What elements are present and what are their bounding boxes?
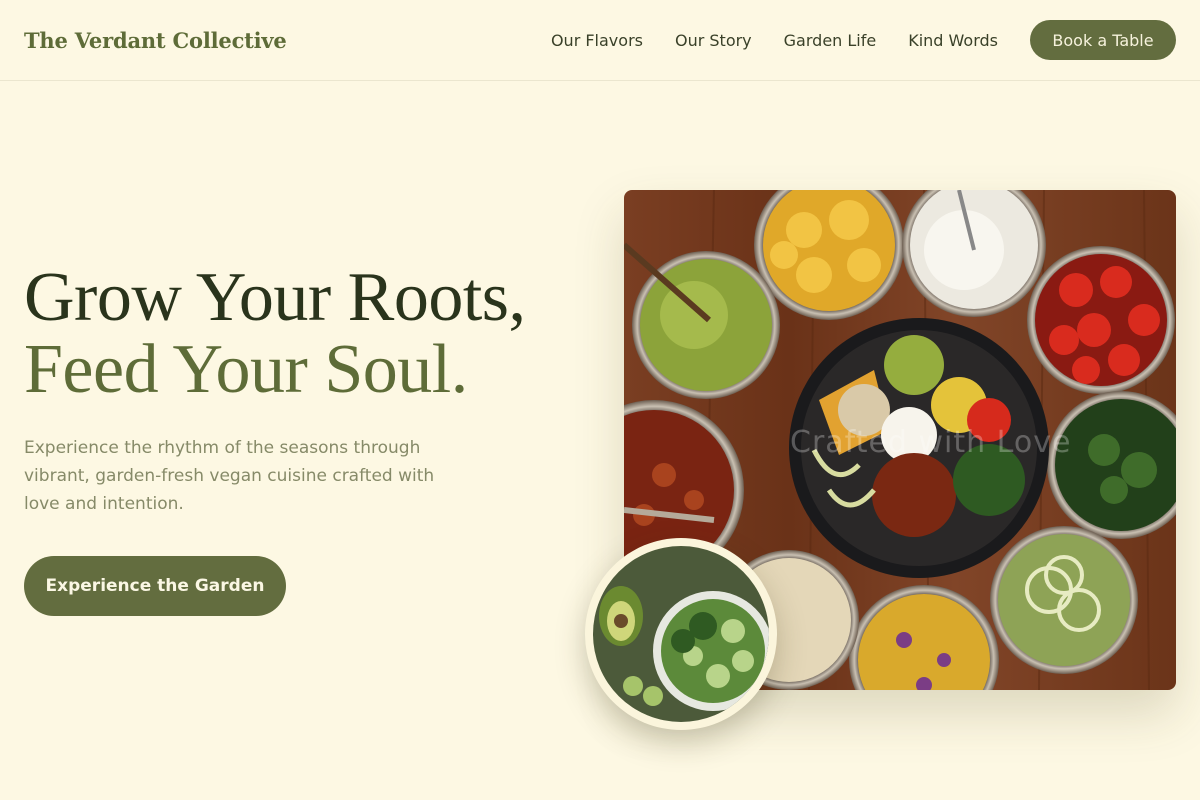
site-header: The Verdant Collective Our Flavors Our S… <box>0 0 1200 81</box>
main-nav: Our Flavors Our Story Garden Life Kind W… <box>551 20 1176 60</box>
hero-subtitle: Experience the rhythm of the seasons thr… <box>24 438 435 514</box>
nav-link-garden-life[interactable]: Garden Life <box>784 31 877 50</box>
site-logo[interactable]: The Verdant Collective <box>24 28 287 53</box>
salad-illustration <box>593 546 769 722</box>
experience-garden-button[interactable]: Experience the Garden <box>24 556 286 616</box>
nav-link-our-story[interactable]: Our Story <box>675 31 752 50</box>
nav-link-kind-words[interactable]: Kind Words <box>908 31 998 50</box>
headline-line-1: Grow Your Roots, <box>24 259 526 336</box>
nav-link-our-flavors[interactable]: Our Flavors <box>551 31 643 50</box>
headline-line-2: Feed Your Soul. <box>24 331 468 408</box>
book-table-button[interactable]: Book a Table <box>1030 20 1176 60</box>
hero-text: Grow Your Roots, Feed Your Soul. Experie… <box>24 262 584 518</box>
green-salad-photo <box>585 538 777 730</box>
hero-headline: Grow Your Roots, Feed Your Soul. <box>24 262 584 406</box>
